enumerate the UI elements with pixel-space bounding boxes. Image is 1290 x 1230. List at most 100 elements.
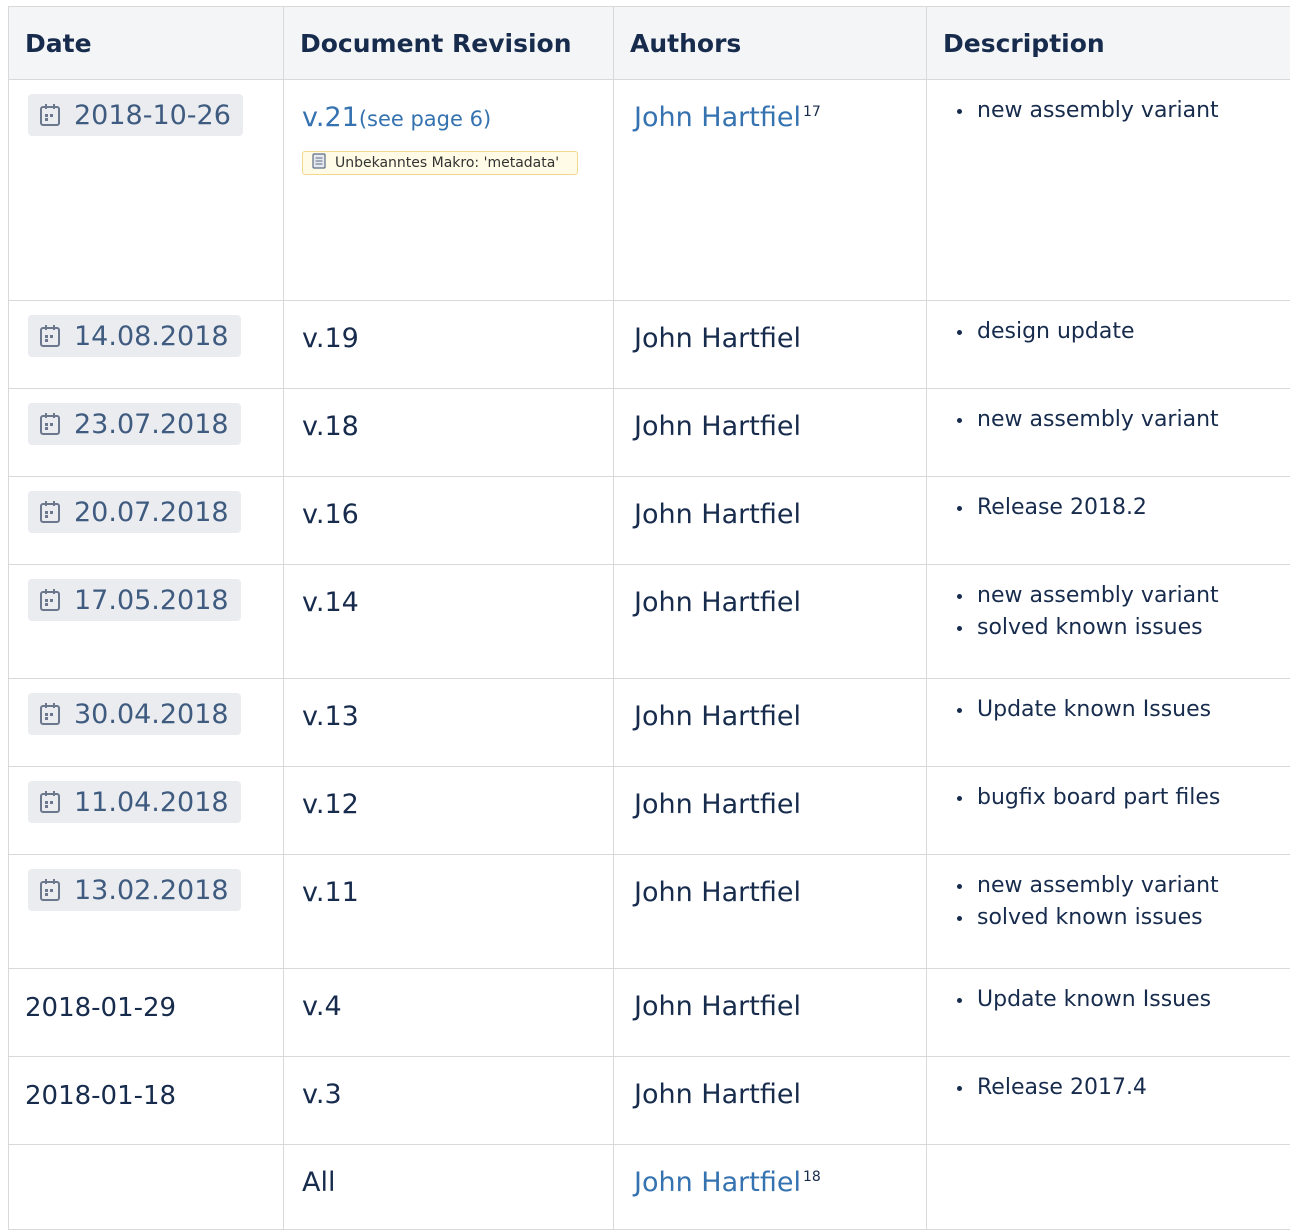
- date-lozenge[interactable]: 11.04.2018: [28, 781, 241, 823]
- author-name: John Hartfiel: [634, 499, 801, 530]
- description-list: Update known Issues: [955, 694, 1290, 726]
- cell-author: John Hartfiel: [614, 477, 927, 565]
- description-item: Release 2017.4: [955, 1072, 1290, 1104]
- date-lozenge[interactable]: 13.02.2018: [28, 869, 241, 911]
- footnote-ref[interactable]: 17: [803, 104, 821, 120]
- description-item: new assembly variant: [955, 404, 1290, 436]
- cell-description: Release 2018.2: [927, 477, 1290, 565]
- cell-revision: v.3: [284, 1057, 614, 1145]
- date-value: 2018-01-18: [25, 1071, 176, 1111]
- description-list: new assembly variantsolved known issues: [955, 580, 1290, 644]
- calendar-icon: [40, 791, 60, 813]
- date-value: 13.02.2018: [74, 875, 229, 906]
- date-value: 2018-10-26: [74, 100, 231, 131]
- cell-revision: v.12: [284, 767, 614, 855]
- cell-date: 17.05.2018: [9, 565, 284, 679]
- author-link[interactable]: John Hartfiel: [634, 102, 801, 133]
- cell-date: 2018-01-18: [9, 1057, 284, 1145]
- header-authors-label: Authors: [614, 7, 926, 58]
- description-item: new assembly variant: [955, 870, 1290, 902]
- description-item: Update known Issues: [955, 984, 1290, 1016]
- date-value: 23.07.2018: [74, 409, 229, 440]
- table-row: 14.08.2018v.19John Hartfieldesign update: [9, 301, 1290, 389]
- author-name: John Hartfiel: [634, 587, 801, 618]
- description-item: solved known issues: [955, 612, 1290, 644]
- calendar-icon: [40, 589, 60, 611]
- cell-revision: All: [284, 1145, 614, 1230]
- description-list: bugfix board part files: [955, 782, 1290, 814]
- macro-text: Unbekanntes Makro: 'metadata': [335, 155, 559, 171]
- cell-date: 30.04.2018: [9, 679, 284, 767]
- cell-date: 2018-10-26: [9, 80, 284, 301]
- author-name: John Hartfiel: [634, 701, 801, 732]
- description-list: Release 2018.2: [955, 492, 1290, 524]
- cell-description: new assembly variant: [927, 389, 1290, 477]
- header-revision-label: Document Revision: [284, 7, 613, 58]
- revision-value: v.4: [302, 991, 342, 1022]
- calendar-icon: [40, 325, 60, 347]
- date-lozenge[interactable]: 14.08.2018: [28, 315, 241, 357]
- cell-date: 20.07.2018: [9, 477, 284, 565]
- author-name: John Hartfiel: [634, 991, 801, 1022]
- date-value: 30.04.2018: [74, 699, 229, 730]
- author-name: John Hartfiel: [634, 789, 801, 820]
- table-row: All John Hartfiel18: [9, 1145, 1290, 1230]
- cell-author: John Hartfiel: [614, 767, 927, 855]
- unknown-macro-box: Unbekanntes Makro: 'metadata': [302, 151, 578, 175]
- cell-revision: v.14: [284, 565, 614, 679]
- cell-date: 13.02.2018: [9, 855, 284, 969]
- date-value: 14.08.2018: [74, 321, 229, 352]
- date-lozenge[interactable]: 30.04.2018: [28, 693, 241, 735]
- header-description: Description: [927, 7, 1290, 80]
- cell-author: John Hartfiel: [614, 679, 927, 767]
- date-lozenge[interactable]: 20.07.2018: [28, 491, 241, 533]
- date-lozenge[interactable]: 17.05.2018: [28, 579, 241, 621]
- cell-author: John Hartfiel: [614, 855, 927, 969]
- description-list: new assembly variant: [955, 404, 1290, 436]
- cell-date: [9, 1145, 284, 1230]
- table-row: 11.04.2018 v.12 John Hartfiel bugfix board …: [9, 767, 1290, 855]
- cell-date: 14.08.2018: [9, 301, 284, 389]
- table-row: 2018-10-26 v.21(see page 6) Unbekanntes Ma…: [9, 80, 1290, 301]
- cell-date: 11.04.2018: [9, 767, 284, 855]
- date-lozenge[interactable]: 23.07.2018: [28, 403, 241, 445]
- calendar-icon: [40, 104, 60, 126]
- cell-revision: v.18: [284, 389, 614, 477]
- description-item: bugfix board part files: [955, 782, 1290, 814]
- description-list: new assembly variantsolved known issues: [955, 870, 1290, 934]
- revision-value: v.16: [302, 499, 359, 530]
- author-link[interactable]: John Hartfiel: [634, 1167, 801, 1198]
- table-row: 2018-01-29v.4John HartfielUpdate known I…: [9, 969, 1290, 1057]
- cell-description: new assembly variantsolved known issues: [927, 565, 1290, 679]
- header-date-label: Date: [9, 7, 283, 58]
- cell-author: John Hartfiel: [614, 1057, 927, 1145]
- cell-revision: v.11: [284, 855, 614, 969]
- table-header-row: Date Document Revision Authors Descripti…: [9, 7, 1290, 80]
- cell-description: new assembly variantsolved known issues: [927, 855, 1290, 969]
- revision-value: v.18: [302, 411, 359, 442]
- cell-description: [927, 1145, 1290, 1230]
- footnote-ref[interactable]: 18: [803, 1169, 821, 1185]
- revision-value: v.13: [302, 701, 359, 732]
- header-document-revision: Document Revision: [284, 7, 614, 80]
- date-value: 20.07.2018: [74, 497, 229, 528]
- description-item: new assembly variant: [955, 95, 1290, 127]
- revision-value: All: [302, 1167, 335, 1198]
- revision-value: v.14: [302, 587, 359, 618]
- table-row: 2018-01-18 v.3 John Hartfiel Release 2017.4: [9, 1057, 1290, 1145]
- cell-author: John Hartfiel: [614, 969, 927, 1057]
- cell-description: Update known Issues: [927, 969, 1290, 1057]
- cell-revision: v.21(see page 6) Unbekanntes Makro: 'meta…: [284, 80, 614, 301]
- revision-value: v.3: [302, 1079, 342, 1110]
- header-date: Date: [9, 7, 284, 80]
- cell-author: John Hartfiel: [614, 565, 927, 679]
- cell-revision: v.13: [284, 679, 614, 767]
- cell-revision: v.19: [284, 301, 614, 389]
- see-page-link[interactable]: (see page 6): [359, 107, 491, 131]
- header-description-label: Description: [927, 7, 1290, 58]
- date-lozenge[interactable]: 2018-10-26: [28, 94, 243, 136]
- revision-link[interactable]: v.21: [302, 102, 359, 133]
- cell-description: bugfix board part files: [927, 767, 1290, 855]
- description-list: Update known Issues: [955, 984, 1290, 1016]
- revision-value: v.19: [302, 323, 359, 354]
